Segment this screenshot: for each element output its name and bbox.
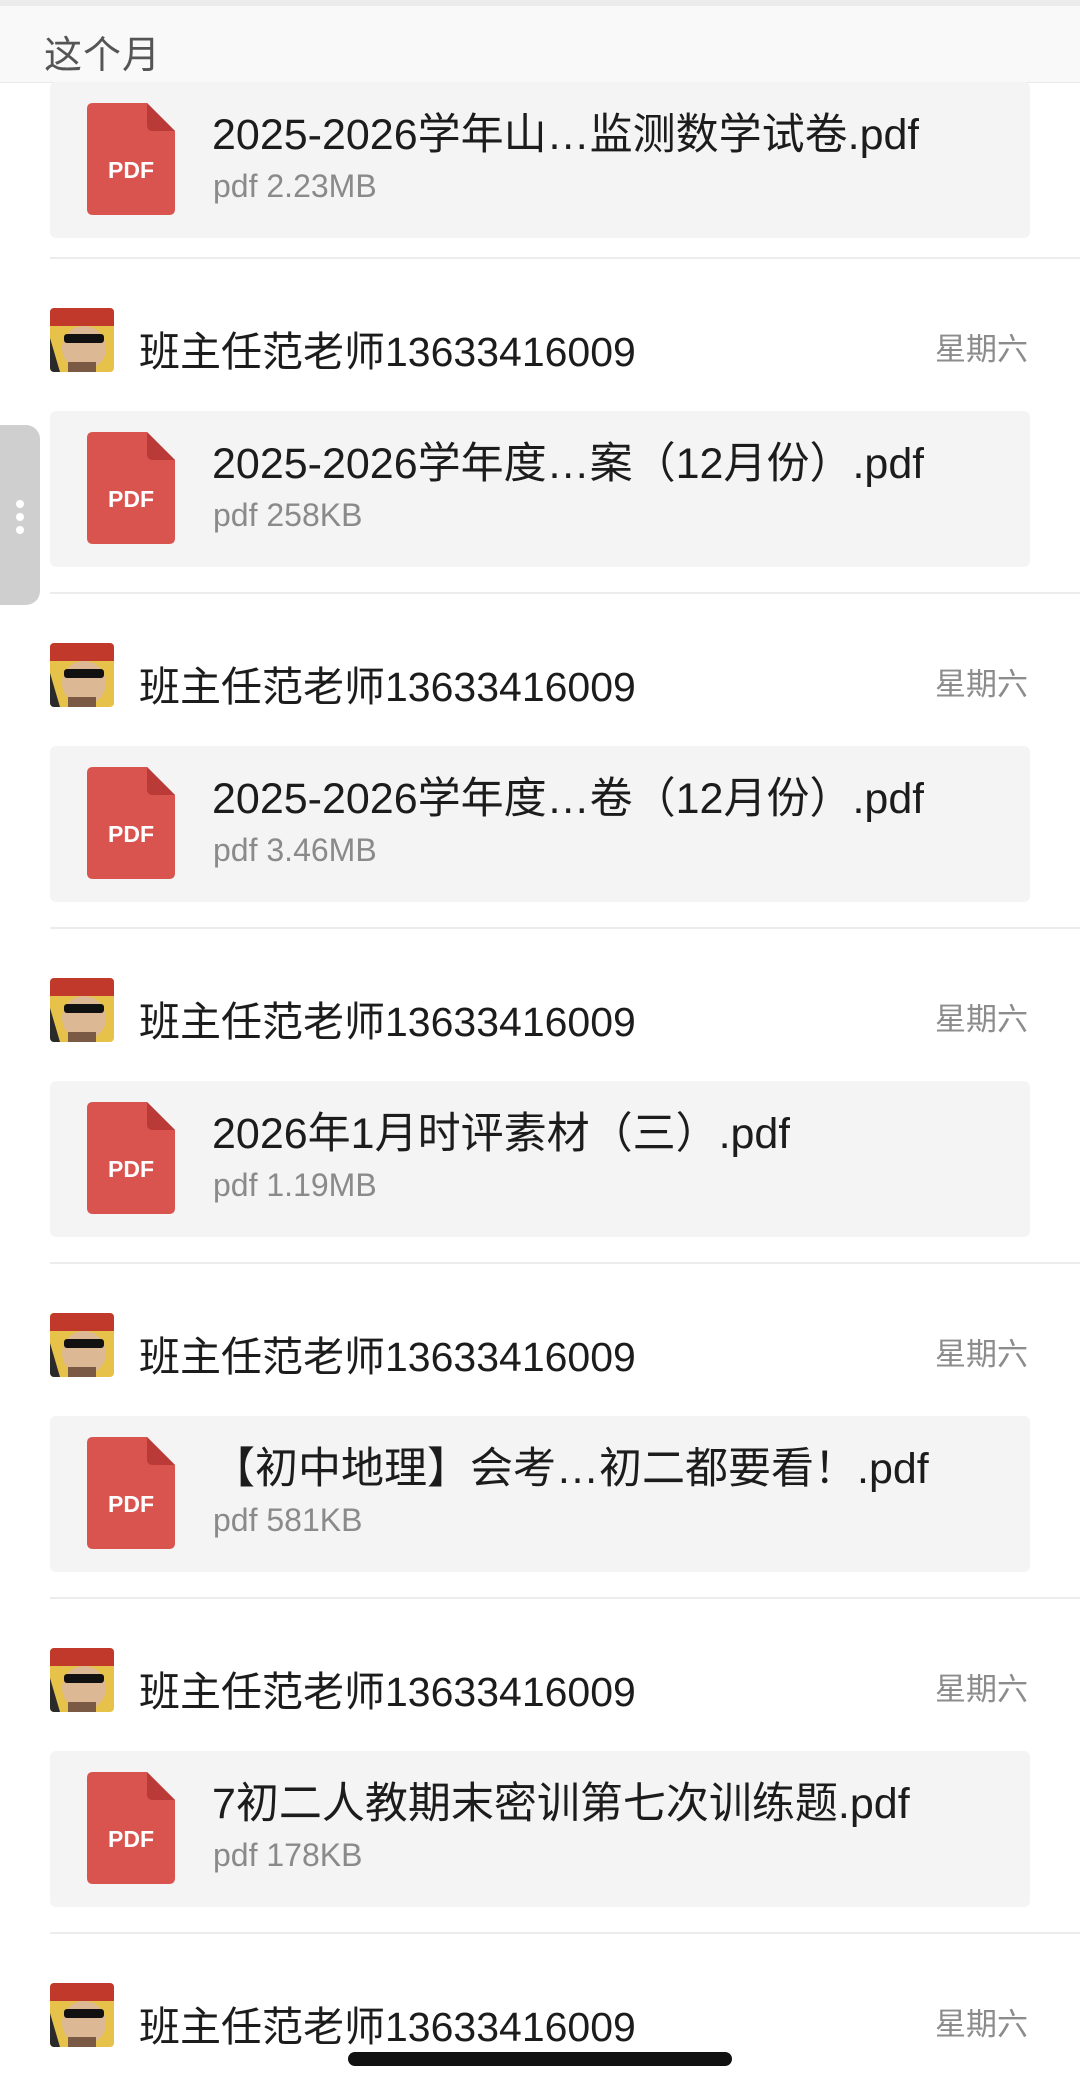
pdf-icon-label: PDF (108, 157, 154, 183)
message-time: 星期六 (935, 1337, 1028, 1372)
pdf-icon-label: PDF (108, 486, 154, 512)
message-time: 星期六 (935, 1002, 1028, 1037)
month-section-header: 这个月 (0, 6, 1080, 83)
message-time: 星期六 (935, 667, 1028, 702)
avatar-icon (50, 643, 114, 707)
sender-name: 班主任范老师13633416009 (139, 999, 636, 1045)
file-name: 【初中地理】会考…初二都要看！.pdf (212, 1445, 929, 1493)
section-title: 这个月 (44, 35, 162, 77)
pdf-file-icon: PDF (87, 767, 175, 879)
file-name: 2025-2026学年山…监测数学试卷.pdf (212, 111, 920, 159)
pdf-file-icon: PDF (87, 103, 175, 215)
more-vertical-icon (16, 500, 24, 508)
divider (50, 257, 1080, 259)
file-card[interactable]: PDF 【初中地理】会考…初二都要看！.pdf pdf 581KB (50, 1416, 1030, 1572)
divider (50, 927, 1080, 929)
divider (50, 592, 1080, 594)
avatar-icon (50, 1648, 114, 1712)
file-card[interactable]: PDF 2025-2026学年山…监测数学试卷.pdf pdf 2.23MB (50, 82, 1030, 238)
file-card[interactable]: PDF 2025-2026学年度…案（12月份）.pdf pdf 258KB (50, 411, 1030, 567)
avatar-icon (50, 1983, 114, 2047)
side-handle-button[interactable] (0, 425, 40, 605)
pdf-file-icon: PDF (87, 1772, 175, 1884)
sender-row[interactable]: 班主任范老师13633416009 星期六 (0, 972, 1080, 1050)
divider (50, 1932, 1080, 1934)
file-list-screen: 这个月 PDF 2025-2026学年山…监测数学试卷.pdf pdf 2.23… (0, 0, 1080, 2085)
pdf-file-icon: PDF (87, 1102, 175, 1214)
pdf-icon-label: PDF (108, 1156, 154, 1182)
file-name: 2025-2026学年度…卷（12月份）.pdf (212, 775, 925, 823)
pdf-file-icon: PDF (87, 1437, 175, 1549)
file-card[interactable]: PDF 2025-2026学年度…卷（12月份）.pdf pdf 3.46MB (50, 746, 1030, 902)
file-meta: pdf 2.23MB (213, 168, 377, 204)
sender-row[interactable]: 班主任范老师13633416009 星期六 (0, 1642, 1080, 1720)
divider (50, 1262, 1080, 1264)
sender-name: 班主任范老师13633416009 (139, 1669, 636, 1715)
file-meta: pdf 258KB (213, 497, 363, 533)
divider (50, 1597, 1080, 1599)
pdf-file-icon: PDF (87, 432, 175, 544)
file-meta: pdf 581KB (213, 1502, 363, 1538)
message-time: 星期六 (935, 332, 1028, 367)
file-meta: pdf 1.19MB (213, 1167, 377, 1203)
sender-name: 班主任范老师13633416009 (139, 1334, 636, 1380)
more-vertical-icon (16, 513, 24, 521)
home-indicator[interactable] (348, 2052, 732, 2066)
file-name: 2026年1月时评素材（三）.pdf (212, 1110, 791, 1158)
file-name: 7初二人教期末密训第七次训练题.pdf (212, 1780, 910, 1828)
sender-row[interactable]: 班主任范老师13633416009 星期六 (0, 302, 1080, 380)
message-time: 星期六 (935, 1672, 1028, 1707)
file-card[interactable]: PDF 7初二人教期末密训第七次训练题.pdf pdf 178KB (50, 1751, 1030, 1907)
sender-name: 班主任范老师13633416009 (139, 2004, 636, 2050)
more-vertical-icon (16, 526, 24, 534)
avatar-icon (50, 1313, 114, 1377)
file-meta: pdf 3.46MB (213, 832, 377, 868)
sender-row[interactable]: 班主任范老师13633416009 星期六 (0, 1307, 1080, 1385)
avatar-icon (50, 308, 114, 372)
pdf-icon-label: PDF (108, 1491, 154, 1517)
file-card[interactable]: PDF 2026年1月时评素材（三）.pdf pdf 1.19MB (50, 1081, 1030, 1237)
file-name: 2025-2026学年度…案（12月份）.pdf (212, 440, 925, 488)
file-meta: pdf 178KB (213, 1837, 363, 1873)
sender-name: 班主任范老师13633416009 (139, 329, 636, 375)
pdf-icon-label: PDF (108, 821, 154, 847)
avatar-icon (50, 978, 114, 1042)
sender-row[interactable]: 班主任范老师13633416009 星期六 (0, 1977, 1080, 2055)
sender-row[interactable]: 班主任范老师13633416009 星期六 (0, 637, 1080, 715)
message-time: 星期六 (935, 2007, 1028, 2042)
sender-name: 班主任范老师13633416009 (139, 664, 636, 710)
pdf-icon-label: PDF (108, 1826, 154, 1852)
